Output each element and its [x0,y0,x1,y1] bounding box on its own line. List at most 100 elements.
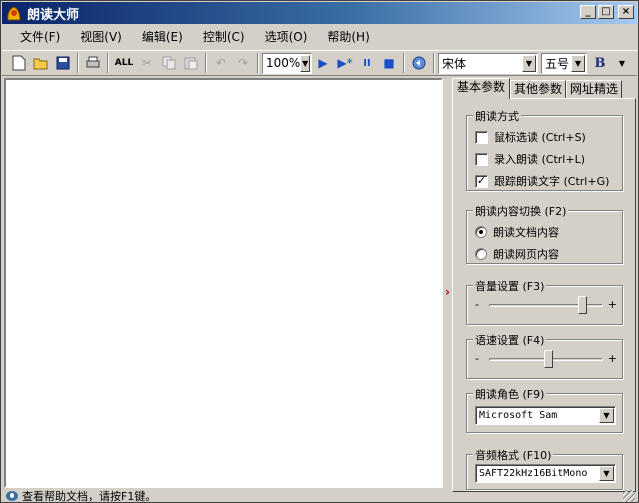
toolbar: ALL ✂ ↶ ↷ 100% ▼ ▶ ▶* II ■ 宋体 ▼ 五号 ▼ B ▼ [2,50,637,76]
maximize-button[interactable]: □ [598,5,614,19]
tab-other-params[interactable]: 其他参数 [510,80,567,99]
tab-basic-params[interactable]: 基本参数 [452,78,511,99]
audio-format-group: 音频格式 (F10) SAFT22kHz16BitMono ▼ [466,447,623,490]
toolbar-separator [257,53,259,73]
web-speak-icon[interactable] [408,52,430,74]
voice-group: 朗读角色 (F9) Microsoft Sam ▼ [466,386,623,433]
eye-icon [6,491,18,501]
font-value: 宋体 [442,56,467,71]
chevron-down-icon[interactable]: ▼ [599,408,614,423]
option-label: 鼠标选读 (Ctrl+S) [494,131,586,144]
option-input-read[interactable]: 录入朗读 (Ctrl+L) [475,151,585,167]
radio-button-selected[interactable] [475,226,487,238]
chevron-down-icon[interactable]: ▼ [599,466,614,481]
option-label: 录入朗读 (Ctrl+L) [494,153,585,166]
menu-edit[interactable]: 编辑(E) [134,27,191,47]
chevron-down-icon[interactable]: ▼ [571,54,585,72]
option-label: 跟踪朗读文字 (Ctrl+G) [494,175,610,188]
status-text: 查看帮助文档，请按F1键。 [22,490,157,503]
toolbar-separator [77,53,79,73]
zoom-value: 100% [266,56,301,70]
voice-select[interactable]: Microsoft Sam ▼ [475,406,616,425]
save-icon[interactable] [52,52,74,74]
toolbar-separator [107,53,109,73]
settings-panel: 基本参数 其他参数 网址精选 朗读方式 鼠标选读 (Ctrl+S) 录入朗读 (… [452,78,638,492]
copy-icon[interactable] [158,52,180,74]
volume-slider-thumb[interactable] [578,296,588,314]
close-button[interactable]: × [618,5,634,19]
option-read-document[interactable]: 朗读文档内容 [475,224,559,240]
tab-featured-urls[interactable]: 网址精选 [566,80,623,99]
radio-button[interactable] [475,248,487,260]
menu-options[interactable]: 选项(O) [257,27,316,47]
toolbar-separator [403,53,405,73]
checkbox[interactable] [475,130,488,144]
menu-file[interactable]: 文件(F) [12,27,68,47]
open-folder-icon[interactable] [30,52,52,74]
group-title: 朗读方式 [473,108,521,124]
font-size-value: 五号 [545,56,570,71]
volume-group: 音量设置 (F3) - + [466,278,623,325]
undo-icon[interactable]: ↶ [210,52,232,74]
option-read-webpage[interactable]: 朗读网页内容 [475,246,559,262]
new-file-icon[interactable] [8,52,30,74]
font-size-select[interactable]: 五号 ▼ [541,52,587,74]
toolbar-separator [205,53,207,73]
group-title: 朗读角色 (F9) [473,386,547,402]
collapse-panel-arrow-icon[interactable]: › [445,285,450,299]
stop-icon[interactable]: ■ [378,52,400,74]
speed-slider[interactable]: - + [473,350,619,370]
speed-slider-thumb[interactable] [544,350,554,368]
volume-slider[interactable]: - + [473,296,619,316]
toolbar-overflow-chevron-icon[interactable]: ▼ [611,52,633,74]
group-title: 音量设置 (F3) [473,278,547,294]
checkbox-checked[interactable]: ✓ [475,174,488,188]
app-window: 朗读大师 _ □ × 文件(F) 视图(V) 编辑(E) 控制(C) 选项(O)… [0,0,639,503]
bold-button[interactable]: B [589,52,611,74]
chevron-down-icon[interactable]: ▼ [300,54,310,72]
play-icon[interactable]: ▶ [312,52,334,74]
audio-format-value: SAFT22kHz16BitMono [479,468,588,479]
panel-splitter[interactable] [444,78,452,488]
tab-content: 朗读方式 鼠标选读 (Ctrl+S) 录入朗读 (Ctrl+L) ✓ 跟踪朗读文… [452,98,636,492]
select-all-button[interactable]: ALL [112,52,136,74]
menu-view[interactable]: 视图(V) [72,27,130,47]
menu-bar: 文件(F) 视图(V) 编辑(E) 控制(C) 选项(O) 帮助(H) [2,26,637,48]
redo-icon[interactable]: ↷ [232,52,254,74]
voice-value: Microsoft Sam [479,410,558,421]
volume-min-label: - [475,298,479,311]
paste-icon[interactable] [180,52,202,74]
group-title: 朗读内容切换 (F2) [473,203,569,219]
option-label: 朗读网页内容 [493,248,559,261]
audio-format-select[interactable]: SAFT22kHz16BitMono ▼ [475,464,616,483]
title-bar[interactable]: 朗读大师 _ □ × [2,2,637,24]
checkbox[interactable] [475,152,488,166]
group-title: 语速设置 (F4) [473,332,547,348]
zoom-select[interactable]: 100% ▼ [262,52,312,74]
cut-icon[interactable]: ✂ [136,52,158,74]
window-title: 朗读大师 [27,7,80,23]
option-mouse-select[interactable]: 鼠标选读 (Ctrl+S) [475,129,586,145]
speed-min-label: - [475,352,479,365]
option-track-text[interactable]: ✓ 跟踪朗读文字 (Ctrl+G) [475,173,609,189]
chevron-down-icon[interactable]: ▼ [522,54,536,72]
status-bar: 查看帮助文档，请按F1键。 [2,489,637,503]
menu-control[interactable]: 控制(C) [195,27,253,47]
font-select[interactable]: 宋体 ▼ [438,52,538,74]
speed-max-label: + [607,352,617,365]
content-switch-group: 朗读内容切换 (F2) 朗读文档内容 朗读网页内容 [466,203,623,264]
app-logo-icon [5,4,23,22]
minimize-button[interactable]: _ [580,5,596,19]
toolbar-separator [433,53,435,73]
volume-max-label: + [607,298,617,311]
print-icon[interactable] [82,52,104,74]
pause-icon[interactable]: II [356,52,378,74]
text-editor[interactable] [4,78,443,488]
settings-tabs: 基本参数 其他参数 网址精选 [452,78,623,99]
menu-help[interactable]: 帮助(H) [319,27,377,47]
option-label: 朗读文档内容 [493,226,559,239]
group-title: 音频格式 (F10) [473,447,554,463]
play-from-cursor-icon[interactable]: ▶* [334,52,356,74]
speed-group: 语速设置 (F4) - + [466,332,623,379]
resize-grip-icon[interactable] [623,490,635,502]
